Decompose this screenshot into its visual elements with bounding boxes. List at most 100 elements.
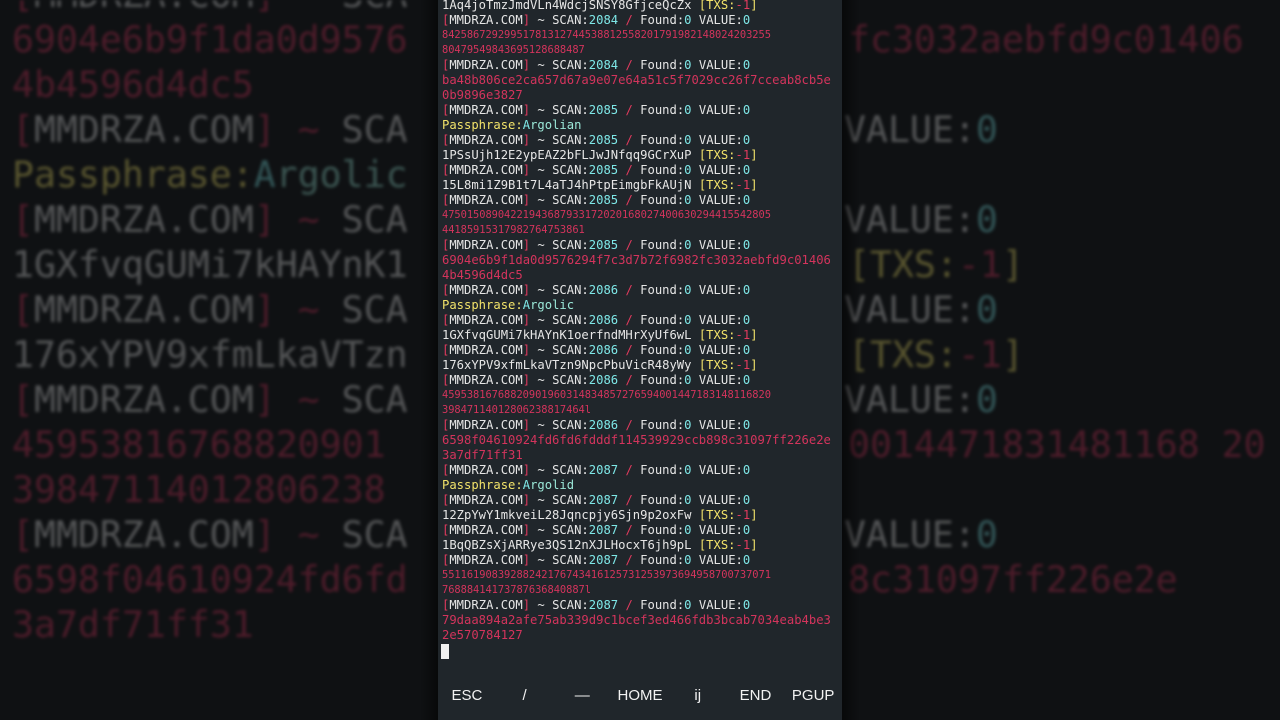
scan-number: 2085 — [588, 103, 619, 117]
slash-separator: / — [618, 373, 641, 387]
esc-key[interactable]: ESC — [438, 687, 496, 704]
scan-line: [MMDRZA.COM] ~ SCAN:2085 / Found:0 VALUE… — [442, 103, 840, 118]
scan-number: 2087 — [588, 463, 619, 477]
bg-value-label: VALUE: — [844, 198, 976, 241]
found-count: 0 — [684, 373, 692, 387]
bg-bracket: [ — [12, 288, 34, 331]
scan-line: [MMDRZA.COM] ~ SCAN:2086 / Found:0 VALUE… — [442, 313, 840, 328]
found-label: Found: — [640, 523, 685, 537]
dash-key[interactable]: — — [553, 687, 611, 704]
found-count: 0 — [684, 343, 692, 357]
passphrase-line: Passphrase:Argolian — [442, 118, 840, 133]
brand-text: MMDRZA.COM — [449, 58, 523, 72]
bg-bracket: ] ~ — [254, 0, 342, 16]
private-key-line: 3a7df71ff31 — [442, 448, 523, 462]
found-label: Found: — [640, 418, 685, 432]
slash-separator: / — [618, 598, 641, 612]
value-amount: 0 — [742, 373, 751, 387]
bitcoin-address: 1Aq4joTmzJmdVLn4WdcjSNSY8GfjceQcZx — [442, 0, 692, 12]
txs-count: -1 — [735, 538, 751, 552]
brand-text: MMDRZA.COM — [449, 463, 523, 477]
ij-key[interactable]: ij — [669, 687, 727, 704]
bg-bracket: [ — [12, 513, 34, 556]
background-line: 4b4596d4dc5 — [12, 62, 408, 107]
private-key-line: 6598f04610924fd6fd6fdddf114539929ccb898c… — [442, 433, 831, 447]
close-bracket: ] — [522, 13, 531, 27]
background-line: [MMDRZA.COM] ~ SCA — [12, 0, 408, 17]
scan-line: [MMDRZA.COM] ~ SCAN:2087 / Found:0 VALUE… — [442, 598, 840, 613]
bg-hex-right: fc3032aebfd9c01406 — [848, 18, 1244, 61]
tilde-separator: ~ — [530, 238, 553, 252]
value-label: VALUE: — [691, 103, 743, 117]
value-amount: 0 — [742, 193, 751, 207]
address-line: 1Aq4joTmzJmdVLn4WdcjSNSY8GfjceQcZx [TXS:… — [442, 0, 840, 13]
scan-number: 2087 — [588, 553, 619, 567]
txs-label: [TXS: — [691, 328, 736, 342]
close-bracket: ] — [522, 553, 531, 567]
scan-label: SCAN: — [552, 523, 589, 537]
found-count: 0 — [684, 283, 692, 297]
passphrase-line: Passphrase:Argolid — [442, 478, 840, 493]
terminal-window[interactable]: 1Aq4joTmzJmdVLn4WdcjSNSY8GfjceQcZx [TXS:… — [438, 0, 842, 720]
value-label: VALUE: — [691, 598, 743, 612]
txs-label: [TXS: — [691, 178, 736, 192]
address-line: 1PSsUjh12E2ypEAZ2bFLJwJNfqq9GCrXuP [TXS:… — [442, 148, 840, 163]
scan-number: 2087 — [588, 523, 619, 537]
bg-hex-right: 0014471831481168 20 — [848, 423, 1266, 466]
scan-label: SCAN: — [552, 418, 589, 432]
home-key[interactable]: HOME — [611, 687, 669, 704]
private-key-line: 76888414173787636840887l — [442, 584, 591, 596]
scan-label: SCAN: — [552, 58, 589, 72]
value-label: VALUE: — [691, 523, 743, 537]
scan-number: 2086 — [588, 313, 619, 327]
scan-line: [MMDRZA.COM] ~ SCAN:2085 / Found:0 VALUE… — [442, 163, 840, 178]
slash-key[interactable]: / — [496, 687, 554, 704]
terminal-cursor — [441, 644, 449, 659]
passphrase-rest: rgolian — [530, 118, 582, 132]
scan-line: [MMDRZA.COM] ~ SCAN:2087 / Found:0 VALUE… — [442, 523, 840, 538]
found-label: Found: — [640, 598, 685, 612]
tilde-separator: ~ — [530, 463, 553, 477]
end-key[interactable]: END — [727, 687, 785, 704]
bg-txs-label: [TXS: — [848, 333, 958, 376]
bg-brand: MMDRZA.COM — [33, 288, 254, 331]
value-label: VALUE: — [691, 238, 743, 252]
slash-separator: / — [618, 418, 641, 432]
scan-number: 2085 — [588, 163, 619, 177]
background-line: 1GXfvqGUMi7kHAYnK1 [TXS:-1] — [12, 242, 1024, 287]
scan-label: SCAN: — [552, 163, 589, 177]
close-bracket: ] — [522, 418, 531, 432]
value-label: VALUE: — [691, 133, 743, 147]
close-bracket: ] — [522, 523, 531, 537]
value-label: VALUE: — [691, 13, 743, 27]
pgup-key[interactable]: PGUP — [784, 687, 842, 704]
close-bracket: ] — [522, 163, 531, 177]
txs-count: -1 — [735, 0, 751, 12]
value-label: VALUE: — [691, 58, 743, 72]
found-count: 0 — [684, 418, 692, 432]
bg-passphrase-first: A — [253, 153, 276, 196]
value-amount: 0 — [742, 553, 751, 567]
value-amount: 0 — [742, 283, 751, 297]
brand-text: MMDRZA.COM — [449, 313, 523, 327]
bg-scan-text: SCA — [341, 198, 408, 241]
value-amount: 0 — [742, 463, 751, 477]
close-bracket: ] — [522, 463, 531, 477]
bg-scan-text: SCA — [341, 378, 408, 421]
slash-separator: / — [618, 463, 641, 477]
background-line: 176xYPV9xfmLkaVTzn [TXS:-1] — [12, 332, 1024, 377]
bg-bracket: ] ~ — [253, 108, 342, 151]
address-line: 12ZpYwY1mkveiL28Jqncpjy6Sjn9p2oxFw [TXS:… — [442, 508, 840, 523]
txs-count: -1 — [735, 508, 751, 522]
slash-separator: / — [618, 238, 641, 252]
value-amount: 0 — [742, 13, 751, 27]
scan-number: 2085 — [588, 133, 619, 147]
scan-number: 2085 — [588, 193, 619, 207]
bitcoin-address: 1PSsUjh12E2ypEAZ2bFLJwJNfqq9GCrXuP — [442, 148, 692, 162]
bg-brand: MMDRZA.COM — [33, 513, 254, 556]
scan-label: SCAN: — [552, 13, 589, 27]
close-bracket: ] — [522, 58, 531, 72]
bg-bracket: [ — [12, 378, 34, 421]
close-bracket: ] — [522, 493, 531, 507]
brand-text: MMDRZA.COM — [449, 238, 523, 252]
